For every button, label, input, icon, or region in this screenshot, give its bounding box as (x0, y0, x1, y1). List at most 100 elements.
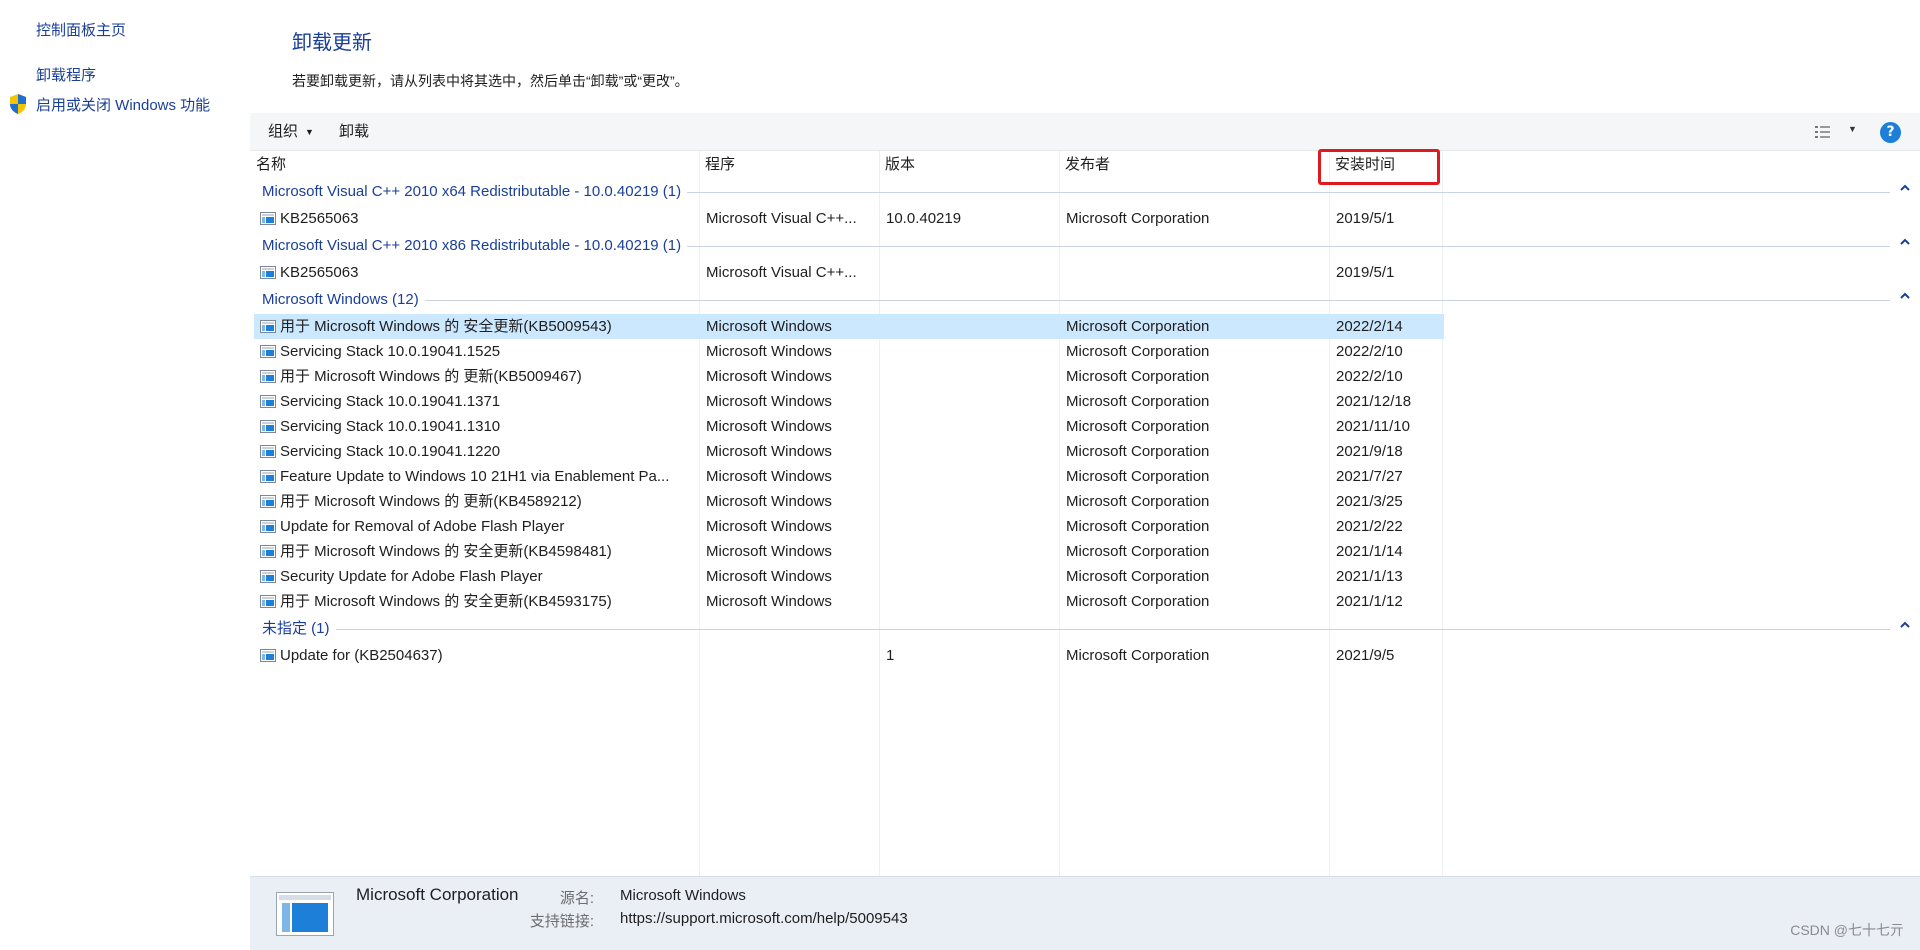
update-row[interactable]: Security Update for Adobe Flash Player Mi… (254, 564, 1694, 589)
group-header[interactable]: 未指定 (1) (250, 616, 1920, 642)
update-publisher: Microsoft Corporation (1066, 443, 1210, 460)
update-publisher: Microsoft Corporation (1066, 318, 1210, 335)
update-row[interactable]: Servicing Stack 10.0.19041.1310 Microsoft… (254, 414, 1694, 439)
column-header-version[interactable]: 版本 (885, 151, 915, 179)
update-installed-on: 2019/5/1 (1336, 210, 1395, 227)
update-program: Microsoft Windows (706, 393, 832, 410)
group-header[interactable]: Microsoft Visual C++ 2010 x64 Redistribu… (250, 179, 1920, 205)
update-installed-on: 2021/1/14 (1336, 543, 1403, 560)
update-name: 用于 Microsoft Windows 的 安全更新(KB5009543) (280, 318, 612, 335)
update-publisher: Microsoft Corporation (1066, 210, 1210, 227)
update-row[interactable]: KB2565063 Microsoft Visual C++... 2019/5/1 (254, 260, 1694, 285)
update-icon (260, 420, 276, 433)
update-icon (260, 212, 276, 225)
update-row[interactable]: 用于 Microsoft Windows 的 更新(KB5009467) Micr… (254, 364, 1694, 389)
column-header-program[interactable]: 程序 (705, 151, 735, 179)
update-installed-on: 2022/2/10 (1336, 343, 1403, 360)
update-installed-on: 2021/1/12 (1336, 593, 1403, 610)
update-program: Microsoft Windows (706, 368, 832, 385)
group-header[interactable]: Microsoft Visual C++ 2010 x86 Redistribu… (250, 233, 1920, 259)
group-label: Microsoft Windows (12) (262, 291, 419, 308)
update-installed-on: 2021/9/18 (1336, 443, 1403, 460)
nav-windows-features[interactable]: 启用或关闭 Windows 功能 (36, 94, 210, 115)
update-program: Microsoft Visual C++... (706, 264, 857, 281)
update-name: Servicing Stack 10.0.19041.1310 (280, 418, 501, 435)
update-name: Servicing Stack 10.0.19041.1220 (280, 443, 501, 460)
update-icon (260, 395, 276, 408)
update-program: Microsoft Windows (706, 443, 832, 460)
collapse-chevron-icon[interactable] (1898, 289, 1912, 303)
update-row[interactable]: Update for (KB2504637) 1 Microsoft Corpora… (254, 643, 1694, 668)
update-row[interactable]: Servicing Stack 10.0.19041.1371 Microsoft… (254, 389, 1694, 414)
collapse-chevron-icon[interactable] (1898, 235, 1912, 249)
update-row[interactable]: Update for Removal of Adobe Flash Player… (254, 514, 1694, 539)
details-pane: Microsoft Corporation 源名: Microsoft Wind… (250, 876, 1920, 950)
left-navigation: 控制面板主页 卸载程序 启用或关闭 Windows 功能 (0, 0, 250, 950)
update-name: KB2565063 (280, 264, 359, 281)
watermark: CSDN @七十七亓 (1790, 922, 1904, 938)
update-icon (260, 649, 276, 662)
view-dropdown-icon[interactable]: ▼ (1848, 124, 1857, 134)
update-icon (260, 345, 276, 358)
group-separator (336, 629, 1890, 630)
update-installed-on: 2021/11/10 (1336, 418, 1410, 435)
column-header-name[interactable]: 名称 (256, 151, 286, 179)
update-publisher: Microsoft Corporation (1066, 593, 1210, 610)
page-title: 卸载更新 (292, 32, 372, 54)
group-separator (687, 192, 1890, 193)
support-link[interactable]: https://support.microsoft.com/help/50095… (620, 910, 908, 927)
update-row[interactable]: Servicing Stack 10.0.19041.1525 Microsoft… (254, 339, 1694, 364)
update-icon (260, 495, 276, 508)
update-name: Feature Update to Windows 10 21H1 via En… (280, 468, 670, 485)
update-program: Microsoft Visual C++... (706, 210, 857, 227)
help-icon[interactable]: ? (1880, 122, 1901, 143)
update-name: Servicing Stack 10.0.19041.1371 (280, 393, 501, 410)
nav-uninstall-program[interactable]: 卸载程序 (36, 64, 96, 85)
update-name: 用于 Microsoft Windows 的 更新(KB5009467) (280, 368, 582, 385)
column-header-publisher[interactable]: 发布者 (1065, 151, 1110, 179)
update-name: 用于 Microsoft Windows 的 安全更新(KB4598481) (280, 543, 612, 560)
column-header-installed-on[interactable]: 安装时间 (1335, 151, 1395, 179)
update-name: 用于 Microsoft Windows 的 安全更新(KB4593175) (280, 593, 612, 610)
update-publisher: Microsoft Corporation (1066, 543, 1210, 560)
update-icon (260, 595, 276, 608)
update-row[interactable]: Feature Update to Windows 10 21H1 via En… (254, 464, 1694, 489)
update-icon (260, 266, 276, 279)
page-description: 若要卸载更新，请从列表中将其选中，然后单击“卸载”或“更改”。 (292, 73, 689, 89)
uac-shield-icon (10, 94, 26, 114)
update-row[interactable]: 用于 Microsoft Windows 的 安全更新(KB4593175) Mi… (254, 589, 1694, 614)
update-program: Microsoft Windows (706, 518, 832, 535)
group-header[interactable]: Microsoft Windows (12) (250, 287, 1920, 313)
update-installed-on: 2019/5/1 (1336, 264, 1395, 281)
collapse-chevron-icon[interactable] (1898, 618, 1912, 632)
support-link-label: 支持链接: (529, 913, 594, 930)
group-separator (687, 246, 1890, 247)
update-row[interactable]: KB2565063 Microsoft Visual C++... 10.0.402… (254, 206, 1694, 231)
update-installed-on: 2021/12/18 (1336, 393, 1412, 410)
update-icon (260, 320, 276, 333)
update-publisher: Microsoft Corporation (1066, 343, 1210, 360)
collapse-chevron-icon[interactable] (1898, 181, 1912, 195)
uninstall-button[interactable]: 卸载 (339, 113, 369, 151)
update-icon (260, 520, 276, 533)
update-row[interactable]: Servicing Stack 10.0.19041.1220 Microsoft… (254, 439, 1694, 464)
group-label: Microsoft Visual C++ 2010 x64 Redistribu… (262, 183, 682, 200)
organize-label: 组织 (268, 123, 299, 140)
group-label: Microsoft Visual C++ 2010 x86 Redistribu… (262, 237, 682, 254)
update-row[interactable]: 用于 Microsoft Windows 的 安全更新(KB5009543) Mi… (254, 314, 1444, 339)
update-version: 10.0.40219 (886, 210, 962, 227)
organize-button[interactable]: 组织 ▼ (268, 113, 314, 151)
toolbar: 组织 ▼ 卸载 ▼ ? (250, 113, 1920, 151)
update-program: Microsoft Windows (706, 418, 832, 435)
update-row[interactable]: 用于 Microsoft Windows 的 更新(KB4589212) Micr… (254, 489, 1694, 514)
update-installed-on: 2021/9/5 (1336, 647, 1395, 664)
update-name: KB2565063 (280, 210, 359, 227)
update-icon (260, 545, 276, 558)
update-name: Servicing Stack 10.0.19041.1525 (280, 343, 501, 360)
update-program: Microsoft Windows (706, 593, 832, 610)
update-icon (260, 470, 276, 483)
update-publisher: Microsoft Corporation (1066, 647, 1210, 664)
update-installed-on: 2022/2/10 (1336, 368, 1403, 385)
update-row[interactable]: 用于 Microsoft Windows 的 安全更新(KB4598481) Mi… (254, 539, 1694, 564)
nav-control-panel-home[interactable]: 控制面板主页 (36, 19, 126, 40)
